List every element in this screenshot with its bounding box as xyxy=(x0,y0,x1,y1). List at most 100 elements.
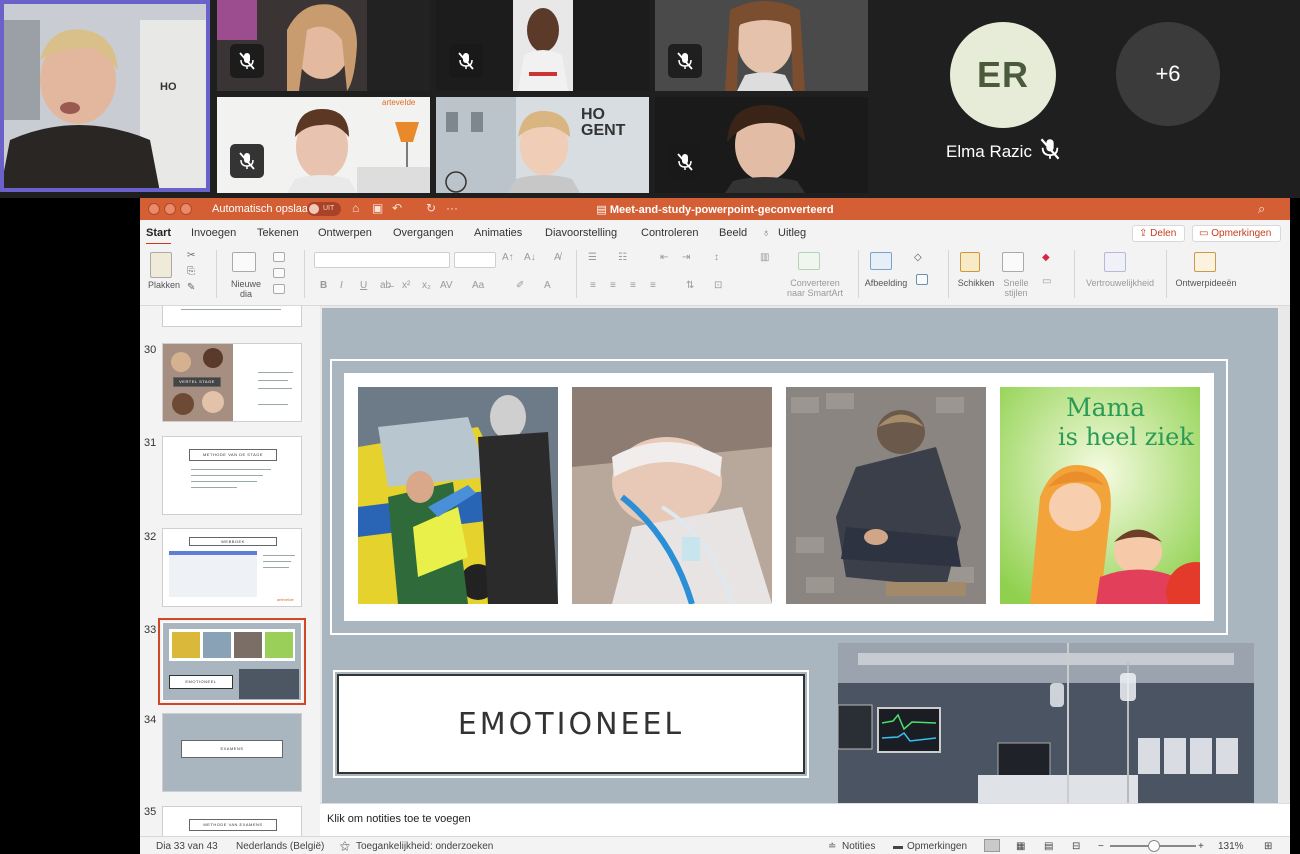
justify-icon[interactable]: ≡ xyxy=(650,280,656,291)
bold-icon[interactable]: B xyxy=(320,280,327,291)
picture-icon[interactable] xyxy=(870,252,892,270)
zoom-out-icon[interactable]: − xyxy=(1098,841,1104,852)
clear-format-icon[interactable]: A̸ xyxy=(554,252,561,263)
photo-frame[interactable]: Mama is heel ziek xyxy=(330,359,1228,635)
strikethrough-icon[interactable]: ab̶ xyxy=(380,280,391,291)
font-color-icon[interactable]: A xyxy=(544,280,551,291)
subscript-icon[interactable]: x₂ xyxy=(422,280,431,291)
tab-controleren[interactable]: Controleren xyxy=(641,227,698,239)
slide-thumbnail[interactable]: METHODE VAN DE STAGE xyxy=(162,436,302,515)
notes-placeholder[interactable]: Klik om notities toe te voegen xyxy=(327,813,471,825)
layout-icon[interactable] xyxy=(273,252,285,262)
video-tile[interactable] xyxy=(436,0,649,91)
slide-thumbnail[interactable]: VERTEL STAGE xyxy=(162,343,302,422)
decrease-indent-icon[interactable]: ⇤ xyxy=(660,252,668,263)
book-cover-photo[interactable]: Mama is heel ziek xyxy=(1000,387,1200,604)
tab-ontwerpen[interactable]: Ontwerpen xyxy=(318,227,372,239)
slide-sorter-icon[interactable]: ▦ xyxy=(1016,841,1025,852)
numbering-icon[interactable]: ☷ xyxy=(618,252,627,263)
sensitivity-icon[interactable] xyxy=(1104,252,1126,272)
smartart-icon[interactable] xyxy=(798,252,820,270)
tab-overgangen[interactable]: Overgangen xyxy=(393,227,454,239)
font-name-dropdown[interactable] xyxy=(314,252,450,268)
bullets-icon[interactable]: ☰ xyxy=(588,252,597,263)
more-participants-button[interactable]: +6 xyxy=(1116,22,1220,126)
zoom-level[interactable]: 131% xyxy=(1218,841,1244,852)
design-ideas-icon[interactable] xyxy=(1194,252,1216,272)
arrange-icon[interactable] xyxy=(960,252,980,272)
copy-icon[interactable]: ⎘ xyxy=(187,266,195,277)
columns-icon[interactable]: ▥ xyxy=(760,252,769,263)
slide-canvas[interactable]: Mama is heel ziek EMOTIONEEL xyxy=(320,306,1290,805)
video-tile-speaker[interactable]: HO xyxy=(0,0,210,192)
icu-photo[interactable] xyxy=(838,643,1254,805)
share-button[interactable]: ⇪ Delen xyxy=(1132,225,1185,242)
highlight-icon[interactable]: ✐ xyxy=(516,280,524,291)
baby-hospital-photo[interactable] xyxy=(572,387,772,604)
reset-icon[interactable] xyxy=(273,268,285,278)
text-box-icon[interactable] xyxy=(916,274,928,285)
zoom-in-icon[interactable]: + xyxy=(1198,841,1204,852)
superscript-icon[interactable]: x² xyxy=(402,280,410,291)
change-case-icon[interactable]: Aa xyxy=(472,280,484,291)
paste-icon[interactable] xyxy=(150,252,172,278)
slide-thumbnail[interactable]: WEBBOEK arteveIde xyxy=(162,528,302,607)
slide-thumbnail[interactable]: EXAMENS xyxy=(162,713,302,792)
tab-start[interactable]: Start xyxy=(146,227,172,245)
shape-outline-icon[interactable]: ▭ xyxy=(1042,276,1051,287)
tab-beeld[interactable]: Beeld xyxy=(719,227,747,239)
slide-thumbnail[interactable]: METHODE VAN EXAMENS xyxy=(162,806,302,838)
slide-thumbnail-selected[interactable]: EMOTIONEEL xyxy=(158,618,306,705)
tab-invoegen[interactable]: Invoegen xyxy=(191,227,236,239)
shape-fill-icon[interactable]: ◆ xyxy=(1042,252,1050,263)
comments-toggle[interactable]: Opmerkingen xyxy=(907,841,967,852)
comments-button[interactable]: ▭ Opmerkingen xyxy=(1192,225,1281,242)
search-icon[interactable]: ⌕ xyxy=(1258,201,1265,217)
decrease-font-icon[interactable]: A↓ xyxy=(524,252,536,263)
align-text-icon[interactable]: ⊡ xyxy=(714,280,722,291)
reading-view-icon[interactable]: ▤ xyxy=(1044,841,1053,852)
notes-toggle[interactable]: Notities xyxy=(842,841,875,852)
align-center-icon[interactable]: ≡ xyxy=(610,280,616,291)
video-tile[interactable]: arteveIde xyxy=(217,97,430,193)
text-direction-icon[interactable]: ⇅ xyxy=(686,280,694,291)
font-size-dropdown[interactable] xyxy=(454,252,496,268)
video-tile[interactable] xyxy=(655,97,868,193)
slide-thumbnail[interactable] xyxy=(162,306,302,327)
tab-tekenen[interactable]: Tekenen xyxy=(257,227,299,239)
tab-animaties[interactable]: Animaties xyxy=(474,227,522,239)
slide-title[interactable]: EMOTIONEEL xyxy=(458,707,684,742)
fit-to-window-icon[interactable]: ⊞ xyxy=(1264,841,1272,852)
increase-indent-icon[interactable]: ⇥ xyxy=(682,252,690,263)
normal-view-button[interactable] xyxy=(984,839,1000,852)
zoom-slider-thumb[interactable] xyxy=(1148,840,1160,852)
homeless-man-photo[interactable] xyxy=(786,387,986,604)
increase-font-icon[interactable]: A↑ xyxy=(502,252,514,263)
language-indicator[interactable]: Nederlands (België) xyxy=(236,841,324,852)
accessibility-check[interactable]: Toegankelijkheid: onderzoeken xyxy=(356,841,493,852)
align-right-icon[interactable]: ≡ xyxy=(630,280,636,291)
slideshow-icon[interactable]: ⊟ xyxy=(1072,841,1080,852)
slide-thumbnail-pane[interactable]: 30 VERTEL STAGE 31 METHODE VAN DE STAGE xyxy=(140,306,320,838)
underline-icon[interactable]: U xyxy=(360,280,367,291)
cut-icon[interactable]: ✂ xyxy=(187,250,195,261)
section-icon[interactable] xyxy=(273,284,285,294)
quick-styles-icon[interactable] xyxy=(1002,252,1024,272)
tell-me-button[interactable]: Uitleg xyxy=(778,227,806,239)
format-painter-icon[interactable]: ✎ xyxy=(187,282,195,293)
character-spacing-icon[interactable]: AV xyxy=(440,280,453,291)
line-spacing-icon[interactable]: ↕ xyxy=(714,252,719,263)
video-tile[interactable] xyxy=(217,0,430,91)
video-tile[interactable]: HO GENT xyxy=(436,97,649,193)
vertical-scrollbar[interactable] xyxy=(1280,306,1290,803)
italic-icon[interactable]: I xyxy=(340,280,343,291)
ambulance-photo[interactable] xyxy=(358,387,558,604)
video-tile[interactable] xyxy=(655,0,868,91)
slide-title-box[interactable]: EMOTIONEEL xyxy=(333,670,809,778)
shapes-icon[interactable]: ◇ xyxy=(914,252,922,263)
notes-pane[interactable]: Klik om notities toe te voegen xyxy=(320,803,1290,836)
new-slide-icon[interactable] xyxy=(232,252,256,272)
participant-avatar[interactable]: ER xyxy=(950,22,1056,128)
slide[interactable]: Mama is heel ziek EMOTIONEEL xyxy=(322,308,1278,805)
tab-diavoorstelling[interactable]: Diavoorstelling xyxy=(545,227,617,239)
